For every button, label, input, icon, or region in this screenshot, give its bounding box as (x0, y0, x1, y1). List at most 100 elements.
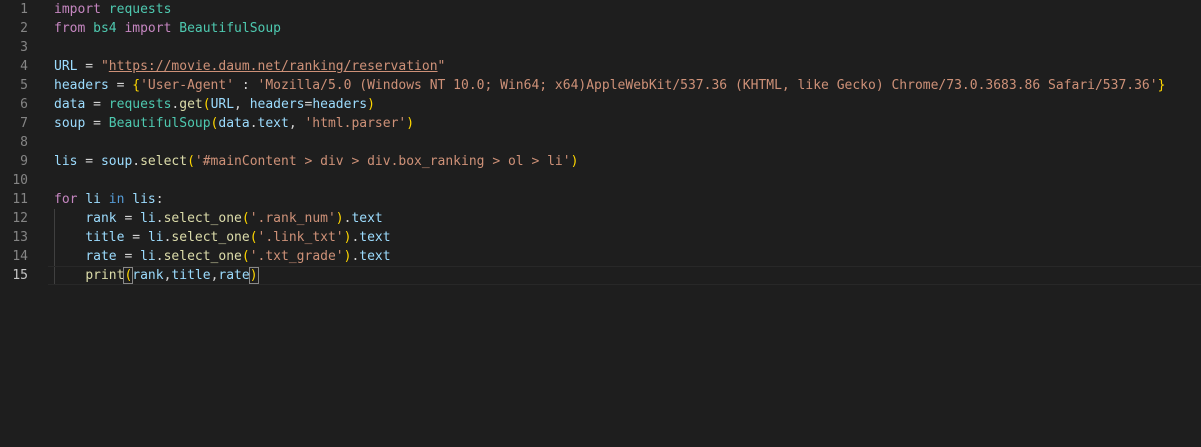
code-line[interactable]: 3 (0, 38, 1201, 57)
code-token: data (54, 97, 86, 112)
code-text: URL = "https://movie.daum.net/ranking/re… (54, 57, 445, 76)
line-number: 6 (20, 97, 28, 112)
code-token: . (132, 154, 141, 169)
code-token: = (85, 97, 109, 112)
code-token: soup (54, 116, 86, 131)
code-line[interactable]: 2 from bs4 import BeautifulSoup (0, 19, 1201, 38)
line-number: 9 (20, 154, 28, 169)
code-token: ( (241, 249, 250, 264)
code-token: ( (202, 97, 211, 112)
code-token: 'html.parser' (304, 116, 407, 131)
code-line[interactable]: 10 (0, 171, 1201, 190)
code-line[interactable]: 8 (0, 133, 1201, 152)
code-token: li (140, 211, 156, 226)
code-token: https://movie.daum.net/ranking/reservati… (108, 59, 438, 74)
code-token: = (108, 78, 133, 93)
code-token: requests (108, 2, 172, 17)
code-token: 'User-Agent' (140, 78, 235, 93)
code-token: '#mainContent > div > div.box_ranking > … (194, 154, 571, 169)
code-text: for li in lis: (54, 190, 164, 209)
code-token: 'Mozilla/5.0 (Windows NT 10.0; Win64; x6… (257, 78, 1158, 93)
code-token: '.txt_grade' (249, 249, 344, 264)
code-text: import requests (54, 0, 171, 19)
code-token: rank (132, 268, 164, 283)
code-token: get (179, 97, 203, 112)
code-line[interactable]: 7 soup = BeautifulSoup(data.text, 'html.p… (0, 114, 1201, 133)
code-token: li (147, 230, 164, 245)
code-line[interactable]: 15 print(rank,title,rate) (0, 266, 1201, 285)
code-editor[interactable]: 1 import requests 2 from bs4 import Beautif… (0, 0, 1201, 447)
code-text: rate = li.select_one('.txt_grade').text (54, 247, 391, 266)
code-token: BeautifulSoup (179, 21, 281, 36)
code-token: = (124, 230, 148, 245)
code-token: text (257, 116, 289, 131)
code-text: soup = BeautifulSoup(data.text, 'html.pa… (54, 114, 414, 133)
code-token: select_one (163, 249, 242, 264)
line-number: 5 (20, 78, 28, 93)
code-token: title (85, 230, 125, 245)
code-line[interactable]: 13 title = li.select_one('.link_txt').te… (0, 228, 1201, 247)
code-line[interactable]: 9 lis = soup.select('#mainContent > div >… (0, 152, 1201, 171)
code-token: lis (54, 154, 78, 169)
code-token: bs4 (93, 21, 117, 36)
code-token: : (155, 192, 164, 207)
code-token: rate (218, 268, 250, 283)
code-token: = (116, 249, 141, 264)
code-token: : (234, 78, 258, 93)
line-number: 7 (20, 116, 28, 131)
line-number: 4 (20, 59, 28, 74)
code-token: = (77, 59, 101, 74)
code-token: select_one (163, 211, 242, 226)
code-token: headers (312, 97, 368, 112)
line-number: 8 (20, 135, 28, 150)
code-line[interactable]: 14 rate = li.select_one('.txt_grade').te… (0, 247, 1201, 266)
code-token: title (171, 268, 211, 283)
code-token: ) (406, 116, 415, 131)
code-token: . (155, 211, 164, 226)
code-token: text (359, 230, 391, 245)
code-token: for (54, 192, 78, 207)
code-text: from bs4 import BeautifulSoup (54, 19, 281, 38)
code-text: rank = li.select_one('.rank_num').text (54, 209, 382, 228)
code-line[interactable]: 11 for li in lis: (0, 190, 1201, 209)
code-token: li (85, 192, 101, 207)
code-line[interactable]: 5 headers = {'User-Agent' : 'Mozilla/5.0 … (0, 76, 1201, 95)
line-number: 15 (12, 268, 28, 283)
code-token: " (100, 59, 109, 74)
code-token: URL (210, 97, 235, 112)
line-number: 13 (12, 230, 28, 245)
code-token: ) (248, 267, 259, 284)
code-token: ( (249, 230, 258, 245)
code-text: print(rank,title,rate) (54, 266, 259, 285)
code-token: '.rank_num' (249, 211, 336, 226)
line-number: 3 (20, 40, 28, 55)
code-token: ) (335, 211, 344, 226)
code-token: text (359, 249, 391, 264)
code-token: ( (241, 211, 250, 226)
code-token: . (155, 249, 164, 264)
code-token: = (77, 154, 101, 169)
code-line[interactable]: 4 URL = "https://movie.daum.net/ranking/r… (0, 57, 1201, 76)
code-line[interactable]: 1 import requests (0, 0, 1201, 19)
code-token: import (54, 2, 101, 17)
code-token: { (132, 78, 141, 93)
line-number: 11 (12, 192, 28, 207)
code-token: , (288, 116, 305, 131)
code-token: rank (85, 211, 117, 226)
code-text: data = requests.get(URL, headers=headers… (54, 95, 375, 114)
line-number: 1 (20, 2, 28, 17)
code-text: lis = soup.select('#mainContent > div > … (54, 152, 578, 171)
code-line[interactable]: 12 rank = li.select_one('.rank_num').tex… (0, 209, 1201, 228)
code-token: data (218, 116, 250, 131)
code-token: soup (100, 154, 133, 169)
code-line[interactable]: 6 data = requests.get(URL, headers=header… (0, 95, 1201, 114)
code-token: " (437, 59, 446, 74)
code-token: li (140, 249, 156, 264)
code-token: = (116, 211, 141, 226)
